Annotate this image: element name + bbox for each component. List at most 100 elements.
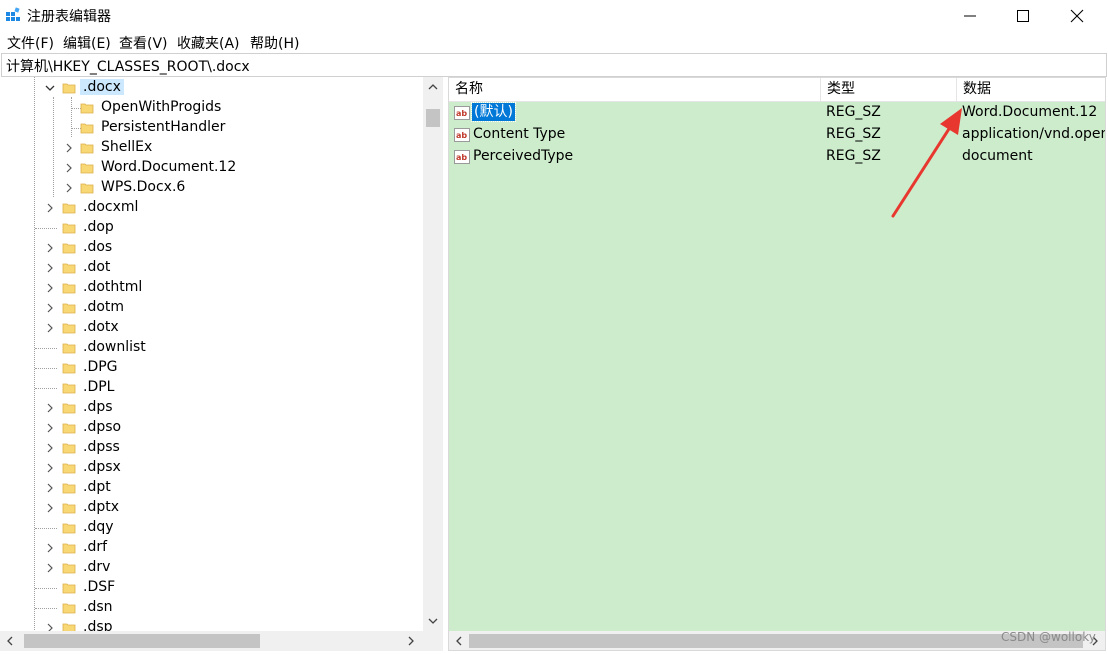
- menu-view[interactable]: 查看(V): [119, 33, 168, 53]
- list-item[interactable]: ab PerceivedType REG_SZ document: [449, 146, 1105, 168]
- tree-node[interactable]: .dothtml: [0, 278, 423, 298]
- tree-node-persistenthandler[interactable]: PersistentHandler: [0, 118, 423, 138]
- tree-horizontal-scrollbar[interactable]: [0, 631, 423, 651]
- chevron-right-icon[interactable]: [44, 462, 56, 474]
- tree-node[interactable]: .dotm: [0, 298, 423, 318]
- tree-node[interactable]: .dpt: [0, 478, 423, 498]
- chevron-right-icon[interactable]: [44, 282, 56, 294]
- folder-icon: [80, 143, 94, 154]
- tree-node[interactable]: .dos: [0, 238, 423, 258]
- tree-vertical-scrollbar[interactable]: [423, 77, 443, 631]
- tree-node-docx[interactable]: .docx: [0, 78, 423, 98]
- tree-node-label: .downlist: [83, 339, 146, 355]
- scroll-left-icon[interactable]: [4, 635, 16, 647]
- tree-node[interactable]: .dpsx: [0, 458, 423, 478]
- values-list[interactable]: 名称 类型 数据 ab (默认) REG_SZ Word.Document.12…: [448, 77, 1106, 651]
- scroll-left-icon[interactable]: [453, 635, 465, 647]
- scroll-down-icon[interactable]: [427, 615, 439, 627]
- chevron-down-icon[interactable]: [44, 82, 56, 94]
- tree-node-label: .dpso: [83, 419, 122, 435]
- value-data: document: [962, 148, 1033, 164]
- tree-node[interactable]: .dot: [0, 258, 423, 278]
- chevron-right-icon[interactable]: [44, 202, 56, 214]
- folder-icon: [62, 263, 76, 274]
- tree-connector: [35, 368, 57, 369]
- close-button[interactable]: [1055, 0, 1101, 32]
- chevron-right-icon[interactable]: [44, 482, 56, 494]
- menu-edit[interactable]: 编辑(E): [63, 33, 111, 53]
- tree-connector: [35, 348, 57, 349]
- scroll-up-icon[interactable]: [427, 81, 439, 93]
- tree-node[interactable]: .DPG: [0, 358, 423, 378]
- tree-node[interactable]: .downlist: [0, 338, 423, 358]
- tree-node-label: PersistentHandler: [101, 119, 226, 135]
- tree-node[interactable]: .dpss: [0, 438, 423, 458]
- column-header-data[interactable]: 数据: [957, 78, 1105, 101]
- chevron-right-icon[interactable]: [44, 422, 56, 434]
- scroll-right-icon[interactable]: [405, 635, 417, 647]
- folder-icon: [62, 383, 76, 394]
- folder-icon: [62, 303, 76, 314]
- tree-node[interactable]: .dotx: [0, 318, 423, 338]
- tree-node[interactable]: .dsn: [0, 598, 423, 618]
- menu-help[interactable]: 帮助(H): [250, 33, 299, 53]
- scroll-thumb[interactable]: [426, 109, 440, 127]
- tree-node[interactable]: .dqy: [0, 518, 423, 538]
- chevron-right-icon[interactable]: [63, 142, 75, 154]
- chevron-right-icon[interactable]: [44, 242, 56, 254]
- chevron-right-icon[interactable]: [44, 502, 56, 514]
- folder-icon: [62, 283, 76, 294]
- tree-node[interactable]: .drv: [0, 558, 423, 578]
- tree-node[interactable]: .dpso: [0, 418, 423, 438]
- svg-text:ab: ab: [456, 153, 467, 162]
- tree-node[interactable]: .drf: [0, 538, 423, 558]
- minimize-button[interactable]: [948, 0, 994, 32]
- chevron-right-icon[interactable]: [63, 162, 75, 174]
- chevron-right-icon[interactable]: [44, 302, 56, 314]
- list-item[interactable]: ab Content Type REG_SZ application/vnd.o…: [449, 124, 1106, 146]
- tree-node[interactable]: .DSF: [0, 578, 423, 598]
- scroll-thumb[interactable]: [469, 634, 1083, 648]
- tree-connector: [35, 388, 57, 389]
- chevron-right-icon[interactable]: [44, 542, 56, 554]
- tree-node-label: .dotm: [83, 299, 125, 315]
- folder-icon: [62, 363, 76, 374]
- folder-icon: [62, 563, 76, 574]
- list-item[interactable]: ab (默认) REG_SZ Word.Document.12: [449, 102, 1105, 124]
- tree-node-label: .dpss: [83, 439, 120, 455]
- tree-node-label: .dpsx: [83, 459, 121, 475]
- string-value-icon: ab: [454, 106, 470, 120]
- chevron-right-icon[interactable]: [63, 182, 75, 194]
- menu-file[interactable]: 文件(F): [7, 33, 54, 53]
- value-data: application/vnd.open: [962, 126, 1106, 142]
- tree-node-label: .drv: [83, 559, 111, 575]
- scroll-thumb[interactable]: [24, 634, 260, 648]
- tree-node-label: .dps: [83, 399, 113, 415]
- tree-node[interactable]: .DPL: [0, 378, 423, 398]
- tree-node[interactable]: .dps: [0, 398, 423, 418]
- folder-icon: [62, 323, 76, 334]
- chevron-right-icon[interactable]: [44, 402, 56, 414]
- close-icon: [1070, 9, 1084, 23]
- column-header-type[interactable]: 类型: [821, 78, 957, 101]
- tree-node-word-document-12[interactable]: Word.Document.12: [0, 158, 423, 178]
- tree-node-label: ShellEx: [101, 139, 153, 155]
- column-header-name[interactable]: 名称: [449, 78, 821, 101]
- tree-node-openwithprogids[interactable]: OpenWithProgids: [0, 98, 423, 118]
- tree-node-shellex[interactable]: ShellEx: [0, 138, 423, 158]
- chevron-right-icon[interactable]: [44, 262, 56, 274]
- key-tree[interactable]: .docx OpenWithProgids PersistentHandler …: [0, 77, 443, 650]
- address-bar[interactable]: 计算机\HKEY_CLASSES_ROOT\.docx: [1, 53, 1107, 77]
- chevron-right-icon[interactable]: [44, 562, 56, 574]
- menu-favorites[interactable]: 收藏夹(A): [177, 33, 240, 53]
- tree-node-label: WPS.Docx.6: [101, 179, 186, 195]
- tree-node[interactable]: .dop: [0, 218, 423, 238]
- tree-node-label: .dos: [83, 239, 113, 255]
- tree-node-wps-docx-6[interactable]: WPS.Docx.6: [0, 178, 423, 198]
- maximize-button[interactable]: [1001, 0, 1047, 32]
- chevron-right-icon[interactable]: [44, 322, 56, 334]
- folder-icon: [62, 243, 76, 254]
- tree-node[interactable]: .docxml: [0, 198, 423, 218]
- chevron-right-icon[interactable]: [44, 442, 56, 454]
- tree-node[interactable]: .dptx: [0, 498, 423, 518]
